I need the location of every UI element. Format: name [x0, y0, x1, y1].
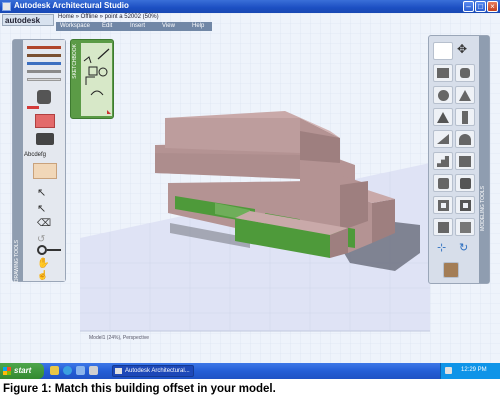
drawing-tools-list: Abcdefg ↖ ↖ ⌫ ↺ ✋ ☝ — [23, 40, 65, 281]
move-icon[interactable]: ✥ — [457, 42, 467, 56]
pointer-icon[interactable]: ↖ — [37, 202, 46, 215]
windows-flag-icon — [3, 367, 11, 375]
sketchbook-panel: SKETCHBOOK — [70, 39, 114, 119]
drawing-tools-label: DRAWING TOOLS — [14, 240, 20, 283]
paint-bucket-icon[interactable] — [37, 90, 51, 104]
menu-insert[interactable]: Insert — [130, 22, 145, 31]
menu-edit[interactable]: Edit — [102, 22, 112, 31]
solid-icon[interactable] — [455, 174, 475, 192]
modeling-tools-strip[interactable]: MODELING TOOLS — [479, 36, 489, 283]
sketchbook-label: SKETCHBOOK — [72, 44, 78, 79]
minimize-button[interactable]: – — [463, 1, 474, 12]
window-title: Autodesk Architectural Studio — [14, 1, 129, 10]
wedge-icon[interactable] — [433, 130, 453, 148]
figure-caption: Figure 1: Match this building offset in … — [3, 383, 276, 395]
marker-icon[interactable] — [27, 62, 61, 65]
block-icon[interactable] — [433, 174, 453, 192]
autodesk-logo: autodesk — [2, 14, 54, 26]
zoom-icon[interactable] — [37, 245, 47, 255]
cube-icon[interactable] — [433, 64, 453, 82]
viewport-status: Model1 (24%), Perspective — [89, 335, 150, 341]
sphere-icon[interactable] — [433, 86, 453, 104]
system-tray: 12:29 PM — [440, 363, 500, 379]
menu-help[interactable]: Help — [192, 22, 204, 31]
title-bar: Autodesk Architectural Studio – □ × — [0, 0, 500, 13]
taskbar-app-label: Autodesk Architectural... — [125, 368, 190, 374]
axis-icon[interactable]: ⊹ — [437, 241, 446, 254]
workspace: autodesk Home » Offline » point a 52002 … — [0, 13, 500, 363]
arch-icon[interactable] — [455, 130, 475, 148]
quick-launch-icon[interactable] — [50, 366, 59, 375]
modeling-tools-panel: ✥ ⊹ ↻ MODELING TOOLS — [428, 35, 490, 284]
panel-resize-icon[interactable] — [107, 110, 111, 114]
brush-icon[interactable] — [27, 54, 61, 57]
box-icon[interactable] — [433, 42, 453, 60]
select-arrow-icon[interactable]: ↖ — [37, 186, 46, 199]
fill-color-icon[interactable] — [35, 114, 55, 128]
menu-workspace[interactable]: Workspace — [60, 22, 90, 31]
undo-icon[interactable]: ↺ — [37, 234, 45, 245]
modeling-tools-label: MODELING TOOLS — [480, 186, 486, 231]
stairs-icon[interactable] — [433, 152, 453, 170]
pen-icon[interactable] — [27, 70, 61, 73]
hand-icon[interactable]: ✋ — [37, 258, 49, 269]
taskbar-app-button[interactable]: Autodesk Architectural... — [112, 365, 194, 377]
pan-icon[interactable]: ☝ — [37, 270, 48, 281]
drawing-tools-panel: DRAWING TOOLS Abcdefg ↖ ↖ ⌫ ↺ ✋ ☝ — [12, 39, 66, 282]
paper-icon[interactable] — [33, 163, 57, 179]
menu-bar: Workspace Edit Insert View Help — [56, 22, 212, 31]
color-swatch[interactable] — [27, 106, 39, 109]
cone-icon[interactable] — [455, 86, 475, 104]
mail-icon[interactable] — [89, 366, 98, 375]
browser-icon[interactable] — [63, 366, 72, 375]
text-tool[interactable]: Abcdefg — [24, 152, 46, 158]
breadcrumb[interactable]: Home » Offline » point a 52002 (50%) — [58, 14, 159, 20]
window-icon[interactable] — [433, 196, 453, 214]
wall-icon[interactable] — [455, 152, 475, 170]
close-button[interactable]: × — [487, 1, 498, 12]
material-icon[interactable] — [443, 262, 459, 278]
extrude-icon[interactable] — [455, 218, 475, 236]
app-window-icon — [115, 368, 122, 374]
door-icon[interactable] — [455, 196, 475, 214]
menu-view[interactable]: View — [162, 22, 175, 31]
taskbar: start Autodesk Architectural... 12:29 PM — [0, 363, 500, 379]
cylinder-icon[interactable] — [455, 64, 475, 82]
maximize-button[interactable]: □ — [475, 1, 486, 12]
eraser-icon[interactable]: ⌫ — [37, 218, 51, 229]
wall-opening-icon[interactable] — [433, 218, 453, 236]
chalk-icon[interactable] — [27, 78, 61, 81]
pyramid-icon[interactable] — [433, 108, 453, 126]
pencil-icon[interactable] — [27, 46, 61, 49]
rotate-icon[interactable]: ↻ — [459, 241, 468, 254]
desktop-icon[interactable] — [76, 366, 85, 375]
clock[interactable]: 12:29 PM — [461, 367, 487, 373]
drawing-tools-strip[interactable]: DRAWING TOOLS — [13, 40, 23, 283]
app-icon — [2, 2, 11, 11]
network-icon[interactable] — [445, 367, 452, 374]
column-icon[interactable] — [455, 108, 475, 126]
camera-icon[interactable] — [36, 133, 54, 145]
zoom-slider[interactable] — [47, 249, 61, 251]
sketch-area[interactable] — [81, 43, 112, 116]
